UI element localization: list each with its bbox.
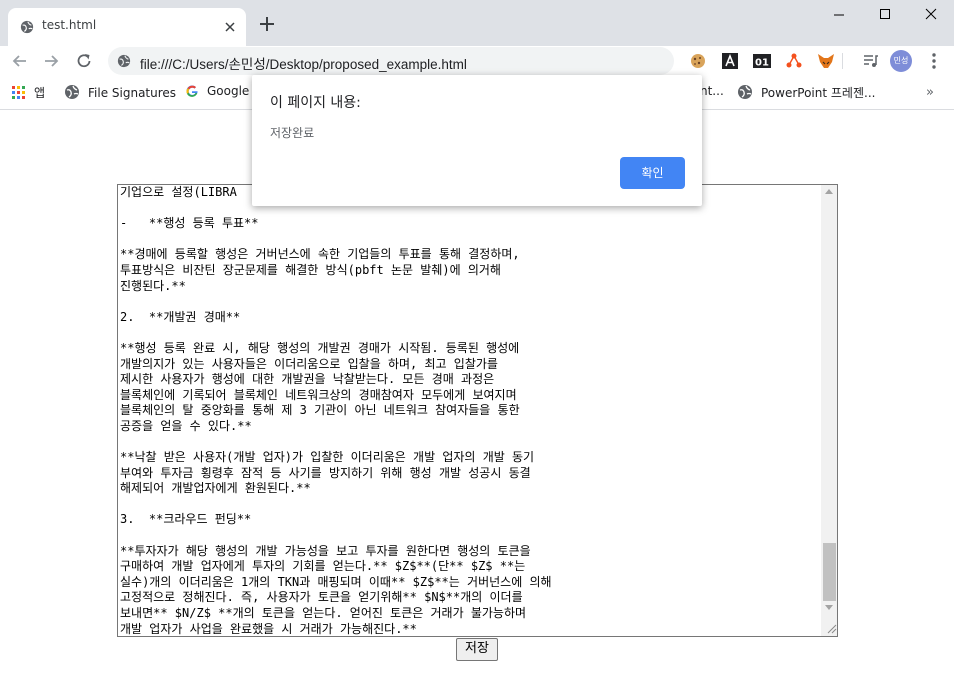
scrollbar-thumb[interactable]	[823, 543, 836, 601]
close-icon[interactable]	[222, 19, 238, 35]
bookmarks-overflow-chevron-icon[interactable]: »	[926, 85, 934, 100]
google-icon	[186, 85, 198, 97]
bookmark-label: 앱	[34, 86, 46, 100]
browser-toolbar: file:///C:/Users/손민성/Desktop/proposed_ex…	[0, 46, 954, 76]
textarea-content[interactable]: 기업으로 설정(LIBRA - **행성 등록 투표** **경매에 등록할 행…	[120, 185, 820, 636]
apps-grid-icon	[12, 86, 25, 99]
window-close-icon[interactable]	[908, 0, 954, 30]
vertical-scrollbar[interactable]	[821, 185, 837, 636]
bookmark-google[interactable]: Google	[185, 84, 249, 102]
scroll-up-arrow-icon[interactable]	[825, 189, 833, 194]
more-vertical-icon[interactable]	[928, 51, 940, 71]
globe-icon	[738, 85, 752, 99]
minimize-icon[interactable]	[816, 0, 862, 30]
new-tab-plus-icon[interactable]	[259, 16, 275, 32]
bookmark-label: PowerPoint 프레젠...	[761, 86, 876, 100]
cookie-icon[interactable]	[688, 51, 708, 71]
bookmark-partial[interactable]: nt...	[700, 84, 724, 102]
a-icon[interactable]	[720, 51, 740, 71]
address-bar[interactable]: file:///C:/Users/손민성/Desktop/proposed_ex…	[108, 47, 674, 75]
maximize-icon[interactable]	[862, 0, 908, 30]
alert-dialog: 이 페이지 내용: 저장완료 확인	[252, 75, 702, 206]
tab-strip: test.html	[0, 0, 954, 46]
bookmark-apps[interactable]: 앱	[12, 84, 45, 102]
globe-icon	[20, 20, 34, 34]
bookmark-file-signatures[interactable]: File Signatures	[64, 84, 176, 102]
forward-arrow-icon[interactable]	[41, 51, 61, 71]
back-arrow-icon[interactable]	[10, 51, 30, 71]
reload-icon[interactable]	[74, 51, 94, 71]
tab-title: test.html	[42, 18, 97, 32]
toolbar-divider	[842, 53, 843, 69]
site-info-globe-icon[interactable]	[117, 54, 131, 68]
fox-icon[interactable]	[816, 51, 836, 71]
bookmark-label: File Signatures	[88, 86, 177, 100]
bookmark-label: Google	[207, 84, 250, 98]
dialog-title: 이 페이지 내용:	[270, 95, 361, 111]
ok-button[interactable]: 확인	[620, 157, 685, 189]
share-icon[interactable]	[784, 51, 804, 71]
01-icon[interactable]: 01	[752, 51, 772, 71]
document-textarea[interactable]: 기업으로 설정(LIBRA - **행성 등록 투표** **경매에 등록할 행…	[117, 184, 838, 637]
resize-grip-icon[interactable]	[825, 622, 837, 634]
scroll-down-arrow-icon[interactable]	[825, 605, 833, 610]
globe-icon	[65, 85, 79, 99]
dialog-message: 저장완료	[270, 126, 315, 140]
url-text[interactable]: file:///C:/Users/손민성/Desktop/proposed_ex…	[140, 53, 467, 73]
svg-text:01: 01	[755, 58, 769, 69]
profile-avatar[interactable]: 민성	[890, 50, 912, 72]
bookmark-powerpoint[interactable]: PowerPoint 프레젠...	[737, 84, 875, 102]
save-button[interactable]: 저장	[456, 638, 498, 661]
bookmark-label: nt...	[700, 84, 724, 98]
playlist-icon[interactable]	[861, 51, 881, 71]
browser-tab[interactable]: test.html	[8, 8, 246, 46]
